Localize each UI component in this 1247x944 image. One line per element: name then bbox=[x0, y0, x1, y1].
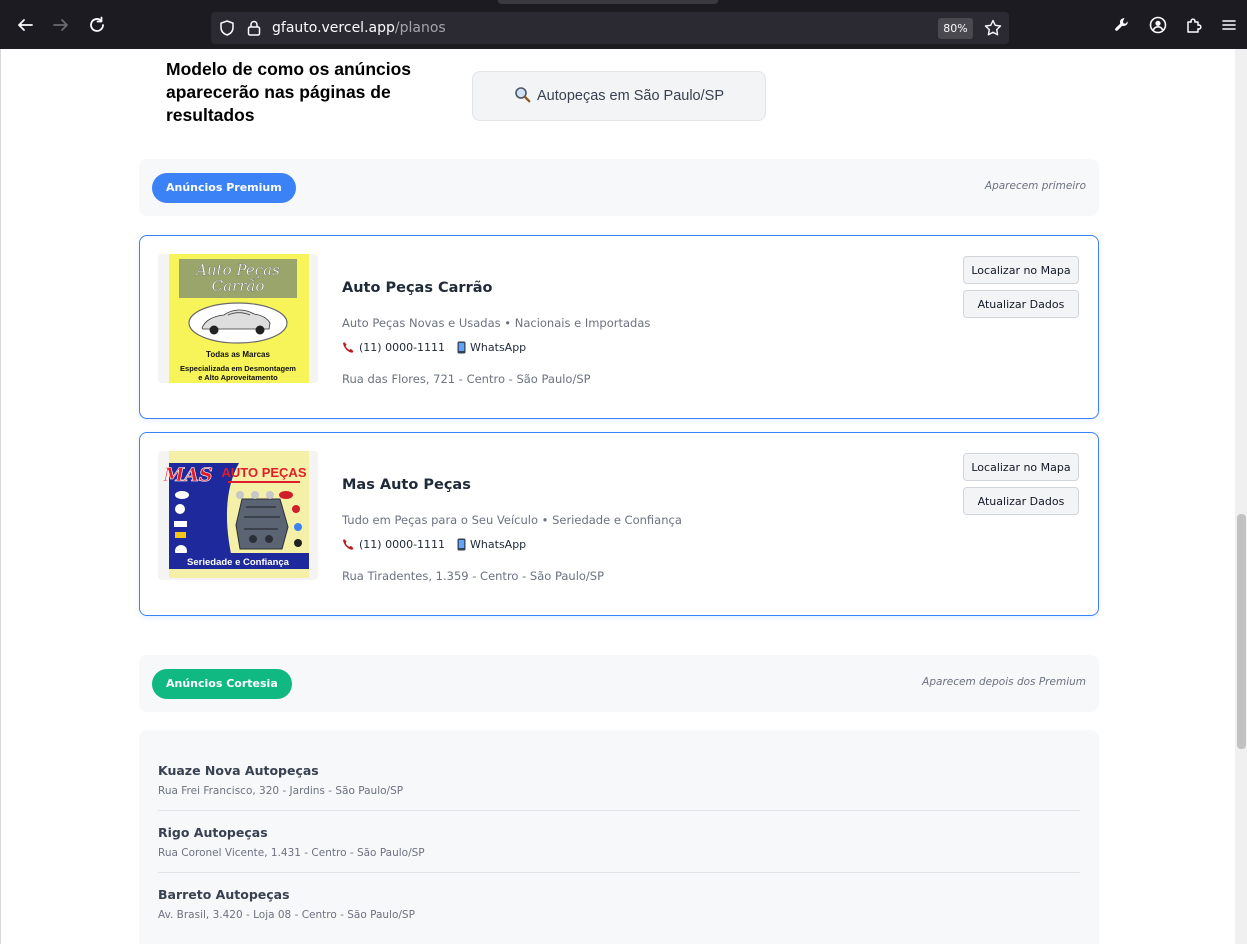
ad-whatsapp[interactable]: WhatsApp bbox=[470, 538, 526, 551]
courtesy-item-address: Rua Frei Francisco, 320 - Jardins - São … bbox=[158, 785, 404, 797]
mas-auto-pecas-logo: MAS AUTO PEÇAS Seriedade e Confiança bbox=[158, 451, 318, 580]
url-path: /planos bbox=[394, 20, 446, 36]
courtesy-list: Kuaze Nova Autopeças Rua Frei Francisco,… bbox=[139, 730, 1099, 944]
mobile-phone-icon bbox=[457, 538, 466, 551]
locate-on-map-button[interactable]: Localizar no Mapa bbox=[963, 256, 1079, 284]
list-divider bbox=[158, 810, 1080, 811]
ad-phone[interactable]: (11) 0000-1111 bbox=[359, 538, 445, 551]
ad-address: Rua das Flores, 721 - Centro - São Paulo… bbox=[342, 372, 591, 386]
tab-strip bbox=[498, 0, 718, 4]
phone-icon bbox=[342, 341, 355, 354]
courtesy-item-address: Av. Brasil, 3.420 - Loja 08 - Centro - S… bbox=[158, 909, 415, 921]
svg-text:Especializada em Desmontagem: Especializada em Desmontagem bbox=[180, 364, 296, 373]
forward-arrow-icon[interactable] bbox=[49, 13, 73, 37]
mobile-phone-icon bbox=[457, 341, 466, 354]
search-example-box: Autopeças em São Paulo/SP bbox=[472, 71, 766, 121]
extensions-icon[interactable] bbox=[1182, 13, 1206, 37]
reload-icon[interactable] bbox=[85, 13, 109, 37]
ad-description: Tudo em Peças para o Seu Veículo • Serie… bbox=[342, 513, 682, 527]
premium-ad-card: Auto Peças Carrão Todas as Marcas Especi… bbox=[139, 235, 1099, 419]
premium-badge: Anúncios Premium bbox=[152, 173, 296, 203]
courtesy-note: Aparecem depois dos Premium bbox=[922, 676, 1086, 688]
update-data-button[interactable]: Atualizar Dados bbox=[963, 290, 1079, 318]
courtesy-item-address: Rua Coronel Vicente, 1.431 - Centro - Sã… bbox=[158, 847, 425, 859]
menu-hamburger-icon[interactable] bbox=[1217, 13, 1241, 37]
magnifier-icon bbox=[514, 86, 531, 107]
url-domain: gfauto.vercel.app bbox=[272, 20, 395, 36]
phone-icon bbox=[342, 538, 355, 551]
premium-section-header: Anúncios Premium Aparecem primeiro bbox=[139, 159, 1099, 216]
ad-contacts: (11) 0000-1111 WhatsApp bbox=[342, 538, 526, 551]
courtesy-item-name: Rigo Autopeças bbox=[158, 825, 268, 840]
ad-address: Rua Tiradentes, 1.359 - Centro - São Pau… bbox=[342, 569, 605, 583]
list-divider bbox=[158, 872, 1080, 873]
premium-note: Aparecem primeiro bbox=[984, 180, 1086, 192]
svg-text:Todas as Marcas: Todas as Marcas bbox=[206, 350, 270, 359]
page-title: Modelo de como os anúncios aparecerão na… bbox=[166, 59, 412, 125]
svg-text:MAS: MAS bbox=[162, 464, 213, 486]
svg-text:Carrão: Carrão bbox=[212, 277, 265, 295]
zoom-level-badge[interactable]: 80% bbox=[938, 18, 973, 39]
ad-contacts: (11) 0000-1111 WhatsApp bbox=[342, 341, 526, 354]
window-left-edge bbox=[0, 49, 1, 944]
search-example-text: Autopeças em São Paulo/SP bbox=[536, 88, 724, 104]
ad-name: Mas Auto Peças bbox=[342, 477, 471, 493]
premium-ad-card: MAS AUTO PEÇAS Seriedade e Confiança Mas… bbox=[139, 432, 1099, 616]
lock-icon[interactable] bbox=[246, 19, 262, 41]
ad-name: Auto Peças Carrão bbox=[342, 280, 493, 296]
wrench-icon[interactable] bbox=[1110, 13, 1134, 37]
bookmark-star-icon[interactable] bbox=[983, 18, 1003, 42]
address-bar[interactable]: gfauto.vercel.app/planos 80% bbox=[211, 12, 1009, 44]
courtesy-item-name: Kuaze Nova Autopeças bbox=[158, 763, 319, 778]
svg-text:e Alto Aproveitamento: e Alto Aproveitamento bbox=[198, 373, 278, 382]
svg-text:AUTO PEÇAS: AUTO PEÇAS bbox=[222, 465, 307, 480]
scrollbar-thumb[interactable] bbox=[1237, 514, 1246, 749]
list-item: Kuaze Nova Autopeças Rua Frei Francisco,… bbox=[158, 763, 1080, 797]
svg-text:Seriedade e Confiança: Seriedade e Confiança bbox=[187, 557, 290, 568]
update-data-button[interactable]: Atualizar Dados bbox=[963, 487, 1079, 515]
browser-toolbar: gfauto.vercel.app/planos 80% bbox=[0, 0, 1247, 49]
auto-pecas-carrao-logo: Auto Peças Carrão Todas as Marcas Especi… bbox=[158, 254, 318, 383]
shield-icon[interactable] bbox=[218, 19, 236, 41]
locate-on-map-button[interactable]: Localizar no Mapa bbox=[963, 453, 1079, 481]
list-item: Barreto Autopeças Av. Brasil, 3.420 - Lo… bbox=[158, 887, 1080, 921]
ad-whatsapp[interactable]: WhatsApp bbox=[470, 341, 526, 354]
list-item: Rigo Autopeças Rua Coronel Vicente, 1.43… bbox=[158, 825, 1080, 859]
courtesy-section-header: Anúncios Cortesia Aparecem depois dos Pr… bbox=[139, 655, 1099, 712]
ad-phone[interactable]: (11) 0000-1111 bbox=[359, 341, 445, 354]
courtesy-item-name: Barreto Autopeças bbox=[158, 887, 290, 902]
back-arrow-icon[interactable] bbox=[13, 13, 37, 37]
url-text[interactable]: gfauto.vercel.app/planos bbox=[272, 20, 446, 36]
courtesy-badge: Anúncios Cortesia bbox=[152, 669, 292, 699]
account-icon[interactable] bbox=[1146, 13, 1170, 37]
ad-description: Auto Peças Novas e Usadas • Nacionais e … bbox=[342, 316, 651, 330]
scrollbar-track[interactable] bbox=[1235, 49, 1247, 944]
